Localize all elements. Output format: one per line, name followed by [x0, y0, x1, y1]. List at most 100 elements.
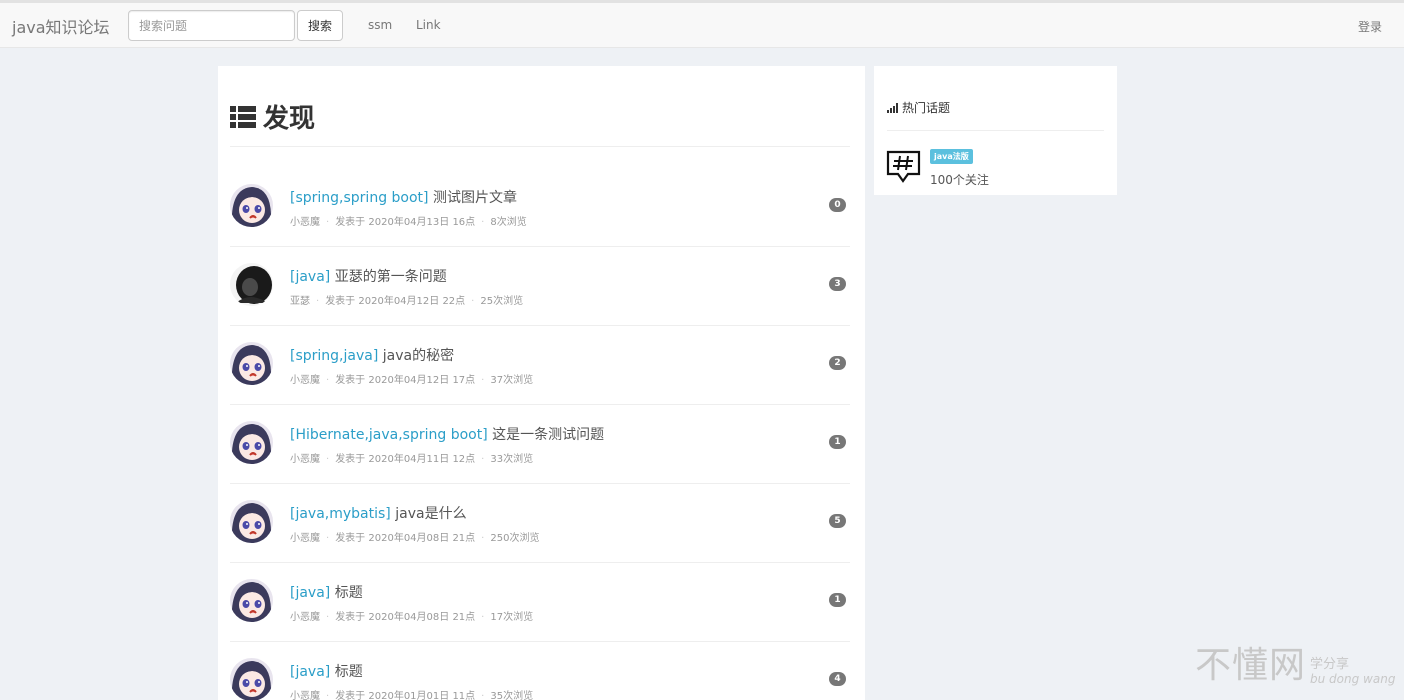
watermark: 不懂网 学分享 bu dong wang	[1195, 645, 1396, 687]
question-date: 发表于 2020年01月01日 11点	[335, 691, 476, 700]
page-title: 发现	[230, 98, 315, 135]
meta-separator: ·	[316, 296, 320, 307]
question-views: 250次浏览	[490, 533, 540, 544]
question-author: 小恶魔	[290, 691, 320, 700]
meta-separator: ·	[471, 296, 475, 307]
avatar[interactable]	[230, 263, 273, 306]
question-author: 小恶魔	[290, 454, 320, 465]
question-tags[interactable]: [spring,spring boot]	[290, 190, 429, 206]
question-author: 小恶魔	[290, 375, 320, 386]
question-title[interactable]: [spring,spring boot] 测试图片文章	[290, 187, 517, 207]
comment-count-badge: 4	[829, 672, 846, 686]
watermark-sub-pinyin: bu dong wang	[1310, 672, 1396, 686]
question-author: 小恶魔	[290, 217, 320, 228]
question-tags[interactable]: [java]	[290, 269, 330, 285]
question-title[interactable]: [java] 标题	[290, 582, 363, 602]
site-brand[interactable]: java知识论坛	[12, 14, 110, 38]
avatar[interactable]	[230, 421, 273, 464]
question-title[interactable]: [java] 标题	[290, 661, 363, 681]
login-link[interactable]: 登录	[1358, 18, 1382, 35]
question-title[interactable]: [java,mybatis] java是什么	[290, 503, 467, 523]
meta-separator: ·	[481, 375, 485, 386]
comment-count-badge: 3	[829, 277, 846, 291]
title-divider	[230, 146, 850, 147]
question-item: [java] 亚瑟的第一条问题亚瑟 · 发表于 2020年04月12日 22点 · 25…	[230, 247, 850, 326]
question-tags[interactable]: [java,mybatis]	[290, 506, 391, 522]
question-item: [spring,java] java的秘密小恶魔 · 发表于 2020年04月12日…	[230, 326, 850, 405]
avatar[interactable]	[230, 342, 273, 385]
question-date: 发表于 2020年04月12日 17点	[335, 375, 476, 386]
meta-separator: ·	[326, 691, 330, 700]
meta-separator: ·	[481, 454, 485, 465]
question-title-text[interactable]: 测试图片文章	[433, 190, 517, 206]
question-title-text[interactable]: 标题	[335, 585, 363, 601]
question-item: [Hibernate,java,spring boot] 这是一条测试问题小恶魔…	[230, 405, 850, 484]
watermark-main: 不懂网	[1195, 645, 1307, 686]
meta-separator: ·	[481, 612, 485, 623]
hot-topics-title: 热门话题	[902, 101, 951, 115]
question-title-text[interactable]: 这是一条测试问题	[492, 427, 604, 443]
question-author: 小恶魔	[290, 533, 320, 544]
avatar[interactable]	[230, 500, 273, 543]
page-title-text: 发现	[263, 104, 316, 134]
question-author: 亚瑟	[290, 296, 310, 307]
search-button[interactable]: 搜索	[297, 10, 343, 41]
avatar[interactable]	[230, 184, 273, 227]
question-views: 33次浏览	[490, 454, 534, 465]
question-title-text[interactable]: java是什么	[395, 506, 466, 522]
question-item: [java] 标题小恶魔 · 发表于 2020年01月01日 11点 · 35次浏览 4	[230, 642, 850, 700]
comment-count-badge: 0	[829, 198, 846, 212]
question-views: 8次浏览	[490, 217, 527, 228]
meta-separator: ·	[481, 533, 485, 544]
question-title-text[interactable]: 亚瑟的第一条问题	[335, 269, 447, 285]
nav-link-ssm[interactable]: ssm	[368, 18, 392, 32]
comment-count-badge: 1	[829, 435, 846, 449]
topic-followers: 100个关注	[930, 173, 989, 187]
question-tags[interactable]: [spring,java]	[290, 348, 378, 364]
comment-count-badge: 1	[829, 593, 846, 607]
question-views: 17次浏览	[490, 612, 534, 623]
top-navbar: java知识论坛 搜索 ssm Link 登录	[0, 0, 1404, 48]
hashtag-chat-icon	[886, 150, 921, 183]
meta-separator: ·	[326, 375, 330, 386]
question-title[interactable]: [java] 亚瑟的第一条问题	[290, 266, 447, 286]
signal-bars-icon	[887, 102, 898, 113]
avatar[interactable]	[230, 579, 273, 622]
question-meta: 小恶魔 · 发表于 2020年04月08日 21点 · 250次浏览	[290, 529, 539, 544]
question-tags[interactable]: [Hibernate,java,spring boot]	[290, 427, 488, 443]
question-item: [java] 标题 小恶魔 · 发表于 2020年04月08日 21点 · 17次浏览 1	[230, 563, 850, 642]
question-item: [java,mybatis] java是什么小恶魔 · 发表于 2020年04月08…	[230, 484, 850, 563]
question-meta: 小恶魔 · 发表于 2020年04月11日 12点 · 33次浏览	[290, 450, 533, 465]
question-date: 发表于 2020年04月08日 21点	[335, 612, 476, 623]
question-date: 发表于 2020年04月08日 21点	[335, 533, 476, 544]
hot-topics-panel: 热门话题 java法版 100个关注	[874, 66, 1117, 195]
question-meta: 小恶魔 · 发表于 2020年04月13日 16点 · 8次浏览	[290, 213, 527, 228]
question-author: 小恶魔	[290, 612, 320, 623]
question-meta: 小恶魔 · 发表于 2020年01月01日 11点 · 35次浏览	[290, 687, 533, 700]
question-views: 37次浏览	[490, 375, 534, 386]
question-item: [spring,spring boot] 测试图片文章小恶魔 · 发表于 2020年…	[230, 168, 850, 247]
question-date: 发表于 2020年04月11日 12点	[335, 454, 476, 465]
side-divider	[887, 130, 1104, 131]
watermark-sub: 学分享 bu dong wang	[1310, 657, 1396, 687]
question-meta: 小恶魔 · 发表于 2020年04月08日 21点 · 17次浏览	[290, 608, 533, 623]
nav-link-link[interactable]: Link	[416, 18, 441, 32]
search-input[interactable]	[128, 10, 295, 41]
question-views: 35次浏览	[490, 691, 534, 700]
meta-separator: ·	[481, 691, 485, 700]
question-meta: 亚瑟 · 发表于 2020年04月12日 22点 · 25次浏览	[290, 292, 523, 307]
question-title[interactable]: [spring,java] java的秘密	[290, 345, 454, 365]
question-title[interactable]: [Hibernate,java,spring boot] 这是一条测试问题	[290, 424, 604, 444]
watermark-sub-cn: 学分享	[1310, 657, 1350, 672]
question-views: 25次浏览	[480, 296, 524, 307]
comment-count-badge: 5	[829, 514, 846, 528]
question-tags[interactable]: [java]	[290, 585, 330, 601]
question-date: 发表于 2020年04月13日 16点	[335, 217, 476, 228]
question-title-text[interactable]: java的秘密	[383, 348, 454, 364]
question-date: 发表于 2020年04月12日 22点	[325, 296, 466, 307]
avatar[interactable]	[230, 658, 273, 700]
question-title-text[interactable]: 标题	[335, 664, 363, 680]
topic-label[interactable]: java法版	[930, 149, 973, 164]
question-tags[interactable]: [java]	[290, 664, 330, 680]
meta-separator: ·	[326, 217, 330, 228]
